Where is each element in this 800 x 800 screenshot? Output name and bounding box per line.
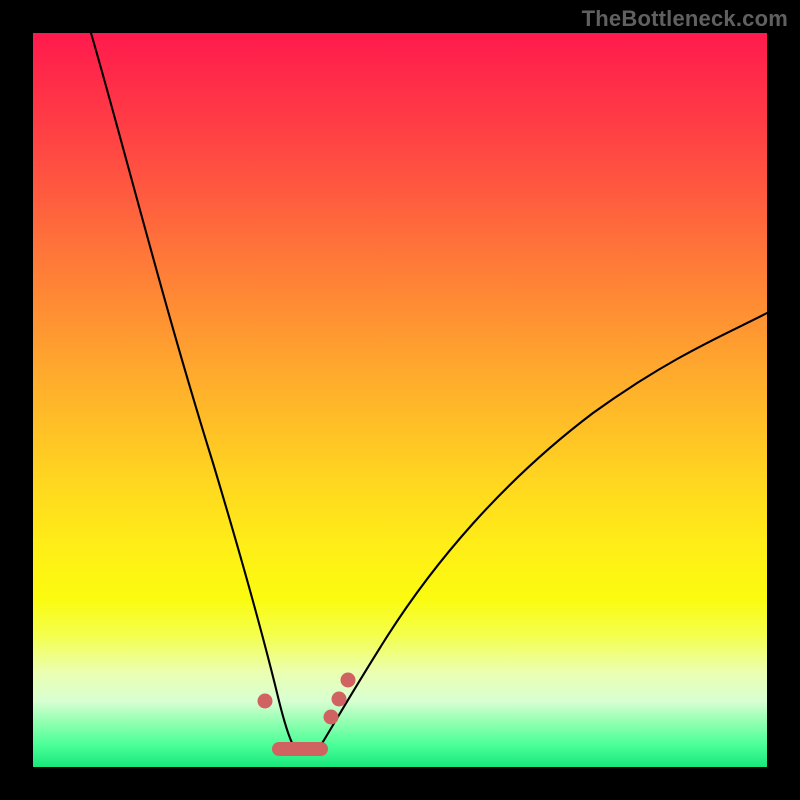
curve-right-branch <box>321 313 767 745</box>
valley-dot-left-1 <box>258 694 273 709</box>
curve-layer <box>33 33 767 767</box>
plot-area <box>33 33 767 767</box>
valley-dot-right-2 <box>332 692 347 707</box>
valley-dot-right-3 <box>341 673 356 688</box>
watermark-text: TheBottleneck.com <box>582 6 788 32</box>
chart-frame: TheBottleneck.com <box>0 0 800 800</box>
valley-dot-right-1 <box>324 710 339 725</box>
curve-left-branch <box>91 33 293 745</box>
